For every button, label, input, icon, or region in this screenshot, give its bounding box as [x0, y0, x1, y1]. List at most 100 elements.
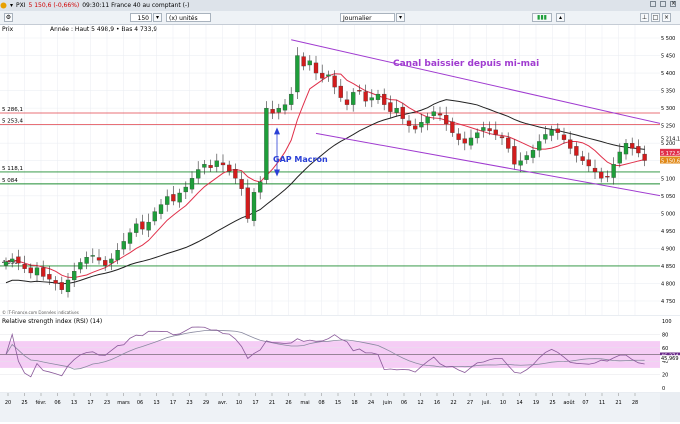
candle: [96, 249, 102, 265]
long-moving-average: [5, 99, 645, 285]
x-tick-label: 13: [153, 400, 159, 406]
candle: [512, 139, 517, 170]
last-quote: 5 150,6 (-0,66%): [28, 2, 80, 9]
candle-body: [388, 102, 393, 112]
candle: [84, 251, 89, 270]
interval-select[interactable]: Journalier: [340, 13, 395, 22]
candle: [549, 125, 554, 142]
chevron-icon[interactable]: ▾: [10, 2, 13, 9]
candle-body: [338, 85, 343, 98]
x-tick-label: 23: [186, 400, 192, 406]
x-tick-label: 21: [615, 400, 621, 406]
candle: [239, 172, 244, 196]
candle-body: [481, 127, 486, 131]
candle-body: [524, 155, 529, 160]
rsi-tick: 80: [662, 332, 668, 338]
candle-body: [313, 62, 319, 74]
candle-body: [450, 121, 455, 133]
candle-body: [227, 164, 232, 172]
price-tick: 4 950: [661, 229, 675, 235]
settings-icon[interactable]: ⚙: [4, 13, 13, 22]
period-unit-select[interactable]: (x) unités: [166, 13, 211, 22]
candle-body: [28, 267, 33, 274]
candle-body: [10, 258, 15, 262]
candle-body: [549, 129, 554, 136]
app-window: ▾ PXI 5 150,6 (-0,66%) 09:30:11 France 4…: [0, 0, 680, 422]
maximize-icon[interactable]: [660, 1, 666, 7]
rsi-panel[interactable]: Relative strength index (RSI) (14): [0, 316, 660, 392]
candle-body: [586, 159, 591, 167]
candle-body: [462, 138, 467, 144]
candle-body: [592, 167, 598, 173]
x-tick-label: 28: [632, 400, 638, 406]
candle: [382, 88, 387, 111]
x-tick-label: 20: [5, 400, 11, 406]
candle-body: [444, 114, 449, 125]
candle-body: [344, 99, 350, 105]
rsi-tick: 100: [662, 319, 672, 325]
price-tick: 4 850: [661, 264, 675, 270]
x-tick-label: 06: [54, 400, 60, 406]
candle: [214, 153, 219, 173]
candle-body: [264, 107, 269, 180]
candle: [375, 89, 381, 104]
price-tick: 5 250: [661, 124, 675, 130]
candle-body: [357, 90, 362, 92]
candle-body: [537, 141, 542, 151]
candle-body: [96, 257, 102, 261]
x-tick-label: 17: [252, 400, 258, 406]
candle: [623, 138, 629, 160]
restore-icon[interactable]: □: [651, 13, 660, 22]
close-chart-icon[interactable]: ×: [662, 13, 671, 22]
candle: [419, 113, 424, 133]
period-spin-icon[interactable]: ▾: [153, 13, 162, 22]
candle-body: [177, 192, 182, 203]
x-tick-label: 13: [71, 400, 77, 406]
x-tick-label: 11: [599, 400, 605, 406]
candle: [636, 139, 641, 158]
close-icon[interactable]: ×: [670, 1, 676, 7]
candle-body: [599, 171, 604, 179]
x-tick-label: 06: [401, 400, 407, 406]
candle: [227, 160, 232, 176]
candle-body: [437, 113, 443, 116]
candle: [134, 218, 139, 237]
candle-body: [220, 162, 226, 166]
pin-icon[interactable]: ⊥: [640, 13, 649, 22]
chart-type-icon[interactable]: ▮▮▮: [532, 13, 552, 22]
price-tick: 4 800: [661, 281, 675, 287]
candle: [524, 151, 529, 164]
candle: [53, 276, 58, 291]
candle-body: [289, 93, 294, 105]
candle: [611, 157, 616, 185]
candle: [307, 55, 312, 71]
candle-body: [512, 146, 517, 165]
candle: [363, 84, 368, 107]
candle-body: [140, 221, 145, 230]
candle-body: [239, 179, 244, 189]
period-count-input[interactable]: 150: [130, 13, 152, 22]
candle: [586, 152, 591, 172]
candle-body: [214, 160, 219, 167]
instrument-symbol: PXI: [16, 2, 26, 9]
candle-body: [580, 156, 585, 161]
candle-body: [59, 282, 64, 290]
candle: [109, 253, 114, 271]
x-tick-label: avr.: [218, 400, 228, 406]
rsi-chart: [0, 326, 660, 378]
candle-body: [233, 168, 238, 179]
toolbar-toggle-icon[interactable]: ▴: [556, 13, 565, 22]
minimize-icon[interactable]: [650, 1, 656, 7]
candle-body: [623, 143, 629, 155]
candle-body: [493, 129, 498, 135]
candle-body: [406, 120, 412, 126]
candle-body: [307, 60, 312, 66]
interval-dropdown-icon[interactable]: ▾: [396, 13, 405, 22]
candle-body: [121, 241, 126, 250]
price-panel[interactable]: Prix Année : Haut 5 498,9 • Bas 4 733,9 …: [0, 25, 660, 315]
candle: [22, 255, 27, 273]
x-tick-label: 07: [582, 400, 588, 406]
candle: [208, 159, 213, 172]
candle: [78, 258, 83, 274]
candle-body: [431, 111, 436, 116]
